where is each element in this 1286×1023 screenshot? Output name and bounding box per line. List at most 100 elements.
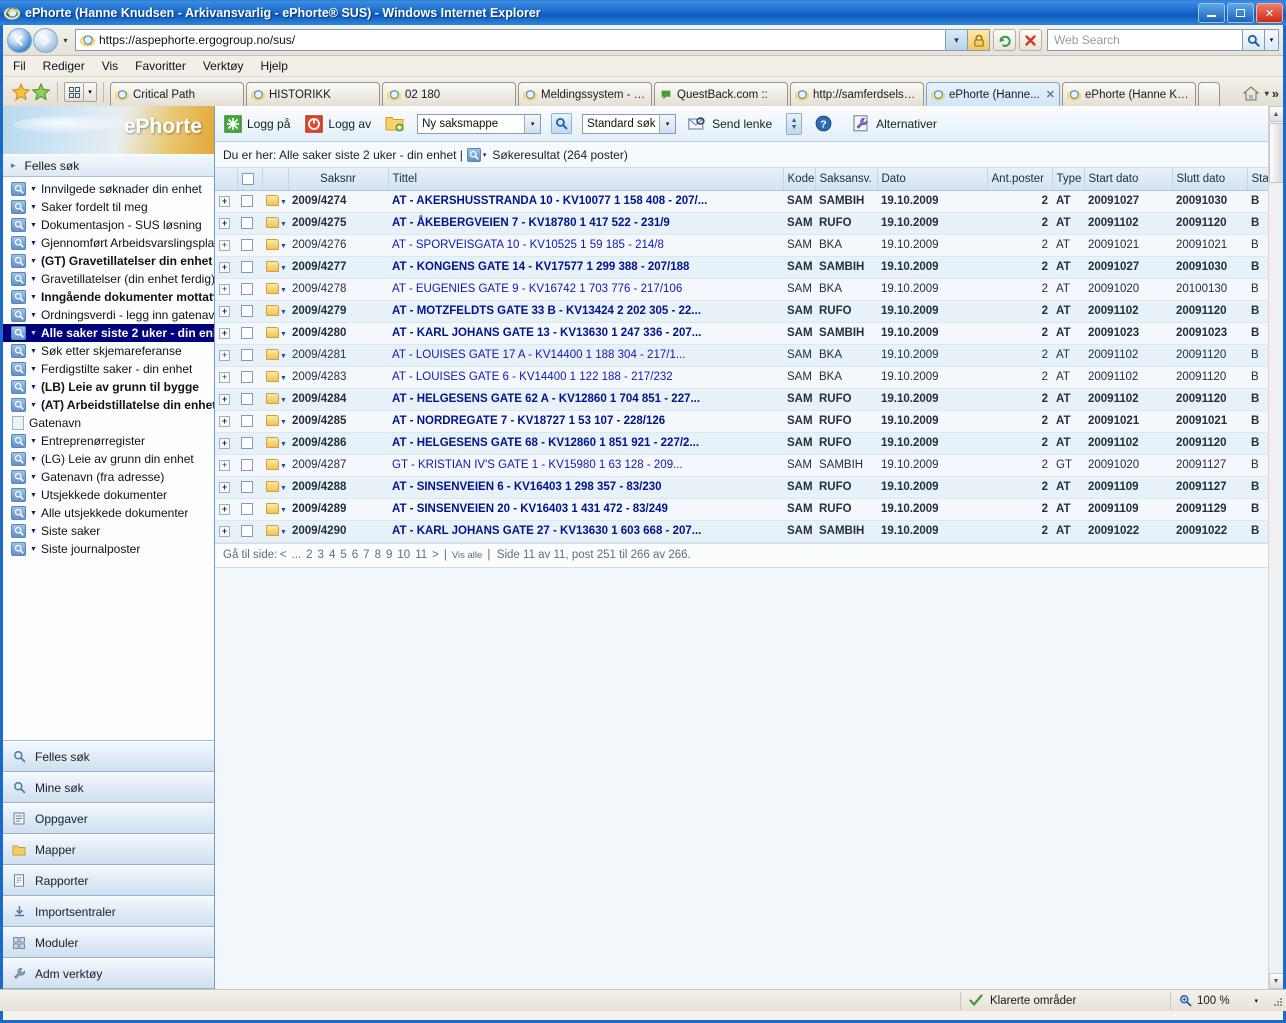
sidebar-button-oppgaver[interactable]: Oppgaver: [3, 803, 214, 834]
url-dropdown-button[interactable]: ▾: [946, 29, 968, 51]
help-button[interactable]: ?: [814, 114, 838, 133]
security-zone[interactable]: Klarerte områder: [960, 991, 1170, 1010]
chevron-down-icon[interactable]: ▼: [30, 474, 37, 481]
case-link[interactable]: AT - KARL JOHANS GATE 13 - KV13630 1 247…: [392, 327, 701, 339]
scrollbar-thumb[interactable]: [1268, 123, 1283, 183]
expand-icon[interactable]: +: [219, 394, 230, 405]
expand-icon[interactable]: +: [219, 526, 230, 537]
cell-tittel[interactable]: AT - KARL JOHANS GATE 27 - KV13630 1 603…: [388, 520, 783, 543]
row-expander[interactable]: +: [215, 454, 237, 477]
table-row[interactable]: + ▼ 2009/4284 AT - HELGESENS GATE 62 A - KV…: [215, 388, 1283, 411]
case-link[interactable]: AT - HELGESENS GATE 62 A - KV12860 1 704…: [392, 393, 700, 405]
chevron-down-icon[interactable]: ▼: [30, 384, 37, 391]
row-expander[interactable]: +: [215, 432, 237, 455]
row-expander[interactable]: +: [215, 388, 237, 411]
chevron-down-icon[interactable]: ▼: [30, 312, 37, 319]
tree-item-15[interactable]: ▼ (LG) Leie av grunn din enhet: [3, 450, 214, 468]
tree-item-16[interactable]: ▼ Gatenavn (fra adresse): [3, 468, 214, 486]
cell-tittel[interactable]: AT - EUGENIES GATE 9 - KV16742 1 703 776…: [388, 278, 783, 301]
chevron-down-icon[interactable]: ▼: [30, 528, 37, 535]
tab-ephorte-second[interactable]: ePhorte (Hanne Kn...: [1062, 82, 1196, 106]
table-row[interactable]: + ▼ 2009/4277 AT - KONGENS GATE 14 - KV1757…: [215, 256, 1283, 279]
sidebar-section-felles-sok[interactable]: ▸ Felles søk: [3, 154, 214, 177]
row-checkbox[interactable]: [241, 524, 253, 537]
table-row[interactable]: + ▼ 2009/4288 AT - SINSENVEIEN 6 - KV16403 …: [215, 476, 1283, 499]
chevron-down-icon[interactable]: ▼: [280, 441, 287, 448]
tree-item-5[interactable]: ▼ Gravetillatelser (din enhet ferdig): [3, 270, 214, 288]
tab-list-dropdown[interactable]: ▾: [84, 82, 97, 102]
row-checkbox[interactable]: [241, 436, 253, 449]
expand-icon[interactable]: +: [219, 262, 230, 273]
tree-item-2[interactable]: ▼ Dokumentasjon - SUS løsning: [3, 216, 214, 234]
expand-icon[interactable]: +: [219, 350, 230, 361]
row-folder-cell[interactable]: ▼: [262, 190, 288, 213]
case-link[interactable]: AT - EUGENIES GATE 9 - KV16742 1 703 776…: [392, 283, 682, 295]
col-startdato[interactable]: Start dato: [1084, 168, 1173, 191]
row-expander[interactable]: +: [215, 278, 237, 301]
chevron-down-icon[interactable]: ▼: [30, 240, 37, 247]
cell-tittel[interactable]: AT - SINSENVEIEN 6 - KV16403 1 298 357 -…: [388, 476, 783, 499]
scroll-down-button[interactable]: ▼: [1268, 973, 1283, 989]
menu-item-verktoy[interactable]: Verktøy: [203, 59, 244, 73]
row-checkbox[interactable]: [241, 282, 253, 295]
tree-item-7[interactable]: ▼ Ordningsverdi - legg inn gatenavn: [3, 306, 214, 324]
case-link[interactable]: AT - KARL JOHANS GATE 27 - KV13630 1 603…: [392, 525, 701, 537]
expand-icon[interactable]: +: [219, 218, 230, 229]
row-folder-cell[interactable]: ▼: [262, 454, 288, 477]
case-link[interactable]: AT - LOUISES GATE 17 A - KV14400 1 188 3…: [392, 349, 685, 361]
close-button[interactable]: ✕: [1256, 3, 1283, 23]
row-folder-cell[interactable]: ▼: [262, 476, 288, 499]
search-button[interactable]: [551, 113, 573, 134]
row-checkbox[interactable]: [241, 260, 253, 273]
row-folder-cell[interactable]: ▼: [262, 410, 288, 433]
refresh-button[interactable]: [993, 29, 1016, 51]
table-row[interactable]: + ▼ 2009/4283 AT - LOUISES GATE 6 - KV14400…: [215, 366, 1283, 389]
row-checkbox[interactable]: [241, 458, 253, 471]
row-expander[interactable]: +: [215, 322, 237, 345]
case-link[interactable]: AT - AKERSHUSSTRANDA 10 - KV10077 1 158 …: [392, 195, 707, 207]
row-expander[interactable]: +: [215, 256, 237, 279]
cell-tittel[interactable]: AT - AKERSHUSSTRANDA 10 - KV10077 1 158 …: [388, 190, 783, 213]
logout-button[interactable]: Logg av: [304, 114, 371, 133]
chevron-down-icon[interactable]: ▼: [280, 331, 287, 338]
cell-tittel[interactable]: AT - LOUISES GATE 6 - KV14400 1 122 188 …: [388, 366, 783, 389]
chevron-down-icon[interactable]: ▼: [30, 222, 37, 229]
tree-item-17[interactable]: ▼ Utsjekkede dokumenter: [3, 486, 214, 504]
cell-tittel[interactable]: AT - LOUISES GATE 17 A - KV14400 1 188 3…: [388, 344, 783, 367]
col-antposter[interactable]: Ant.poster: [987, 168, 1053, 191]
row-expander[interactable]: +: [215, 410, 237, 433]
row-folder-cell[interactable]: ▼: [262, 432, 288, 455]
expand-icon[interactable]: +: [219, 438, 230, 449]
tab-samferdsel[interactable]: http://samferdselse...: [790, 82, 924, 106]
tree-item-20[interactable]: ▼ Siste journalposter: [3, 540, 214, 558]
tab-historikk[interactable]: HISTORIKK: [246, 82, 380, 106]
tree-item-selected[interactable]: ▼ Alle saker siste 2 uker - din enhet: [3, 324, 214, 342]
row-expander[interactable]: +: [215, 190, 237, 213]
row-checkbox-cell[interactable]: [237, 388, 262, 411]
toolbar-overflow-icon[interactable]: »: [1272, 86, 1279, 101]
row-folder-cell[interactable]: ▼: [262, 520, 288, 543]
case-link[interactable]: AT - KONGENS GATE 14 - KV17577 1 299 388…: [392, 261, 689, 273]
col-kode[interactable]: Kode: [783, 168, 816, 191]
row-expander[interactable]: +: [215, 520, 237, 543]
sidebar-button-moduler[interactable]: Moduler: [3, 927, 214, 958]
chevron-down-icon[interactable]: ▾: [483, 151, 487, 159]
table-row[interactable]: + ▼ 2009/4278 AT - EUGENIES GATE 9 - KV1674…: [215, 278, 1283, 301]
row-folder-cell[interactable]: ▼: [262, 366, 288, 389]
chevron-down-icon[interactable]: ▼: [280, 221, 287, 228]
pager-page-9[interactable]: 9: [386, 549, 392, 561]
tree-item-1[interactable]: ▼ Saker fordelt til meg: [3, 198, 214, 216]
stop-button[interactable]: [1019, 29, 1042, 51]
tab-02-180[interactable]: 02 180: [382, 82, 516, 106]
menu-item-rediger[interactable]: Rediger: [43, 59, 85, 73]
chevron-down-icon[interactable]: ▼: [30, 276, 37, 283]
pager-page-3[interactable]: 3: [318, 549, 324, 561]
chevron-down-icon[interactable]: ▼: [30, 456, 37, 463]
col-dato[interactable]: Dato: [877, 168, 988, 191]
expand-icon[interactable]: +: [219, 306, 230, 317]
row-folder-cell[interactable]: ▼: [262, 322, 288, 345]
case-link[interactable]: AT - SINSENVEIEN 20 - KV16403 1 431 472 …: [392, 503, 668, 515]
case-link[interactable]: AT - MOTZFELDTS GATE 33 B - KV13424 2 20…: [392, 305, 701, 317]
row-checkbox-cell[interactable]: [237, 498, 262, 521]
row-expander[interactable]: +: [215, 212, 237, 235]
